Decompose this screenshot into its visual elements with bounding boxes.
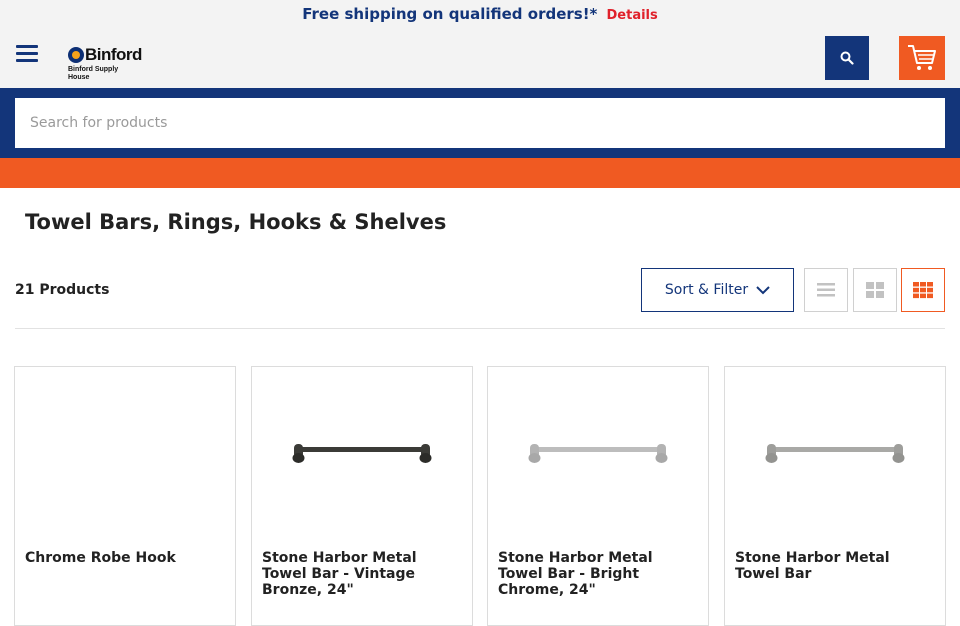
toolbar-divider bbox=[15, 328, 945, 329]
large-grid-view-icon bbox=[866, 282, 884, 298]
product-count: 21 Products bbox=[15, 282, 110, 298]
product-image bbox=[15, 367, 235, 537]
page-title: Towel Bars, Rings, Hooks & Shelves bbox=[25, 210, 447, 234]
site-logo[interactable]: Binford Binford Supply House bbox=[68, 45, 158, 83]
search-input[interactable] bbox=[15, 98, 945, 148]
list-view-icon bbox=[817, 283, 835, 297]
product-name[interactable]: Stone Harbor Metal Towel Bar bbox=[735, 550, 935, 582]
accent-banner bbox=[0, 158, 960, 188]
product-image bbox=[488, 367, 708, 537]
product-card[interactable]: Stone Harbor Metal Towel Bar bbox=[724, 366, 946, 626]
hamburger-menu-icon[interactable] bbox=[16, 45, 38, 63]
site-header: Binford Binford Supply House bbox=[0, 28, 960, 88]
logo-name: Binford bbox=[85, 45, 142, 64]
large-grid-view-button[interactable] bbox=[853, 268, 897, 312]
product-card[interactable]: Chrome Robe Hook bbox=[14, 366, 236, 626]
small-grid-view-icon bbox=[913, 282, 933, 299]
product-image bbox=[725, 367, 945, 537]
sort-filter-label: Sort & Filter bbox=[664, 282, 749, 298]
promo-message: Free shipping on qualified orders!* bbox=[302, 5, 598, 23]
small-grid-view-button[interactable] bbox=[901, 268, 945, 312]
chevron-down-icon bbox=[756, 285, 770, 294]
promo-bar: Free shipping on qualified orders!* Deta… bbox=[0, 0, 960, 28]
product-image bbox=[252, 367, 472, 537]
product-name[interactable]: Stone Harbor Metal Towel Bar - Bright Ch… bbox=[498, 550, 698, 598]
product-name[interactable]: Chrome Robe Hook bbox=[25, 550, 225, 566]
product-name[interactable]: Stone Harbor Metal Towel Bar - Vintage B… bbox=[262, 550, 462, 598]
promo-details-link[interactable]: Details bbox=[607, 8, 658, 23]
search-bar bbox=[0, 88, 960, 158]
product-card[interactable]: Stone Harbor Metal Towel Bar - Bright Ch… bbox=[487, 366, 709, 626]
towel-bar-image bbox=[528, 444, 668, 463]
towel-bar-image bbox=[765, 444, 905, 463]
list-view-button[interactable] bbox=[804, 268, 848, 312]
sort-filter-button[interactable]: Sort & Filter bbox=[641, 268, 794, 312]
cart-button[interactable] bbox=[899, 36, 945, 80]
logo-subtitle: Binford Supply House bbox=[68, 66, 119, 81]
towel-bar-image bbox=[292, 444, 432, 463]
logo-mark-icon bbox=[68, 47, 84, 63]
search-button[interactable] bbox=[825, 36, 869, 80]
product-card[interactable]: Stone Harbor Metal Towel Bar - Vintage B… bbox=[251, 366, 473, 626]
shopping-cart-icon bbox=[908, 45, 936, 70]
search-icon bbox=[840, 51, 854, 65]
